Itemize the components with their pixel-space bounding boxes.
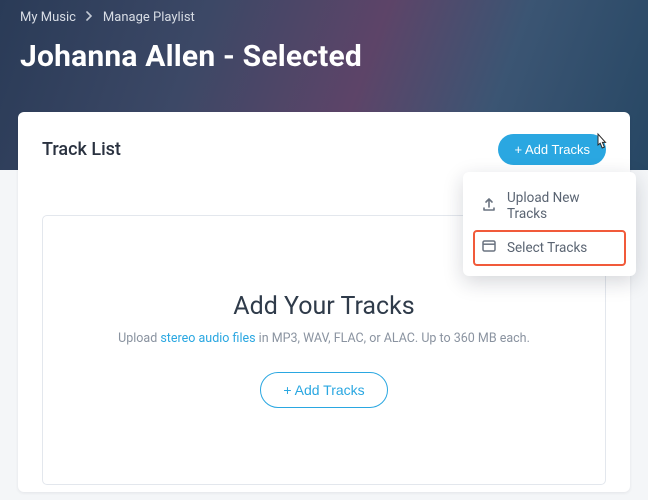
dropzone-sub-prefix: Upload [118,331,160,346]
dropzone-subtext: Upload stereo audio files in MP3, WAV, F… [118,331,530,346]
add-tracks-outline-button[interactable]: + Add Tracks [260,372,387,408]
dropzone-heading: Add Your Tracks [233,292,414,321]
dropdown-item-label: Select Tracks [507,240,587,256]
dropdown-item-label: Upload New Tracks [507,190,618,222]
add-tracks-dropdown: Upload New Tracks Select Tracks [463,172,636,276]
card-header: Track List + Add Tracks [42,134,606,165]
card-title: Track List [42,139,121,160]
upload-icon [481,196,497,216]
track-list-card: Track List + Add Tracks Upload New Track… [18,112,630,492]
page-title: Johanna Allen - Selected [20,39,628,74]
add-tracks-button[interactable]: + Add Tracks [498,134,606,165]
stereo-audio-link[interactable]: stereo audio files [160,331,255,346]
dropdown-select-tracks[interactable]: Select Tracks [473,230,626,266]
browser-window-icon [481,238,497,258]
dropzone-sub-suffix: in MP3, WAV, FLAC, or ALAC. Up to 360 MB… [256,331,530,346]
breadcrumb: My Music Manage Playlist [20,10,628,25]
breadcrumb-root[interactable]: My Music [20,10,76,25]
chevron-right-icon [86,10,93,25]
dropdown-upload-new-tracks[interactable]: Upload New Tracks [473,182,626,230]
breadcrumb-current: Manage Playlist [103,10,195,25]
